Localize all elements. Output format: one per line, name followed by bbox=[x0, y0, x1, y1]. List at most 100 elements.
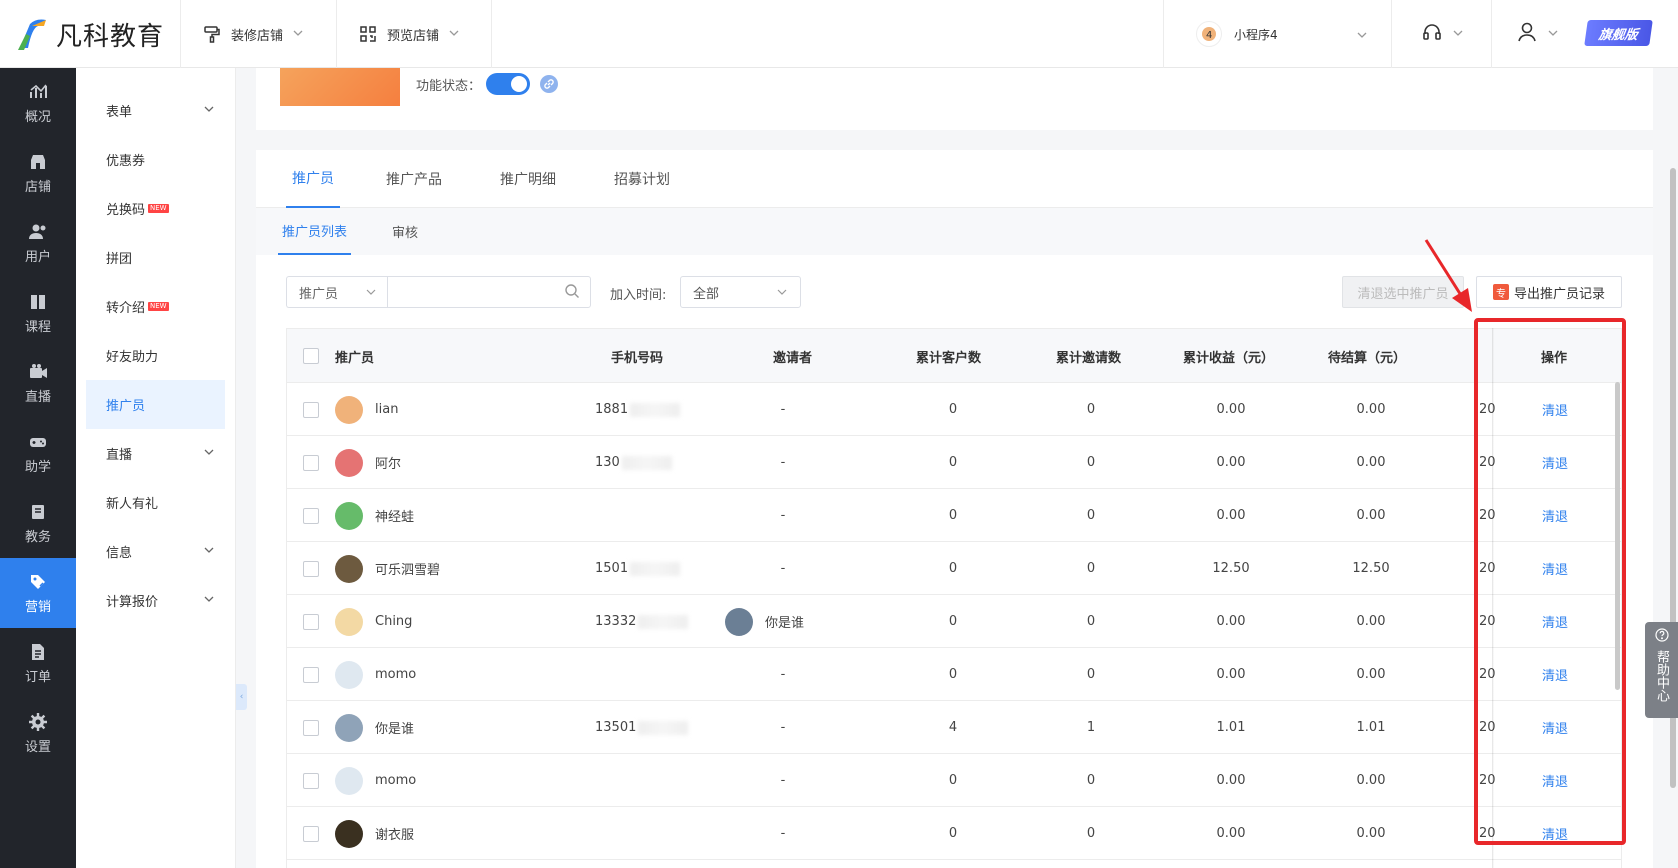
chevron-down-icon bbox=[203, 544, 215, 560]
sidebar-item-5[interactable]: 助学 bbox=[0, 418, 76, 488]
sidebar-item-label: 教务 bbox=[24, 529, 51, 545]
row-checkbox[interactable] bbox=[303, 825, 319, 842]
tab-promoter-list[interactable]: 推广员列表 bbox=[278, 208, 352, 255]
row-select-cell[interactable] bbox=[303, 701, 319, 754]
row-select-cell[interactable] bbox=[303, 542, 319, 595]
logo-icon bbox=[16, 16, 52, 52]
help-center-button[interactable]: 帮助中心 bbox=[1645, 622, 1678, 718]
customers-cell: 0 bbox=[948, 508, 958, 523]
chevron-down-icon bbox=[203, 446, 215, 462]
export-records-button[interactable]: 专 导出推广员记录 bbox=[1476, 276, 1622, 308]
row-checkbox[interactable] bbox=[303, 772, 319, 789]
submenu-item-8[interactable]: 新人有礼 bbox=[86, 478, 225, 527]
join-time-select[interactable]: 全部 bbox=[680, 276, 801, 308]
chevron-down-icon bbox=[365, 286, 377, 302]
promoter-cell[interactable]: 阿尔 bbox=[335, 436, 401, 489]
promoter-cell[interactable]: 神经蛙 bbox=[335, 489, 414, 542]
sidebar-item-label: 助学 bbox=[24, 459, 51, 475]
submenu-item-6[interactable]: 推广员 bbox=[86, 380, 225, 429]
invites-cell: 0 bbox=[1086, 402, 1096, 417]
phone-value: 13332 bbox=[595, 614, 637, 629]
row-select-cell[interactable] bbox=[303, 383, 319, 436]
sidebar-item-label: 直播 bbox=[24, 389, 51, 405]
table-row: momo -0 0 0.00 0.00 20 清退 bbox=[287, 648, 1621, 701]
chevron-down-icon bbox=[293, 27, 303, 42]
search-type-select[interactable]: 推广员 bbox=[286, 276, 387, 308]
row-checkbox[interactable] bbox=[303, 719, 319, 736]
row-checkbox[interactable] bbox=[303, 507, 319, 524]
submenu-item-2[interactable]: 兑换码 NEW bbox=[86, 184, 225, 233]
row-select-cell[interactable] bbox=[303, 754, 319, 807]
row-checkbox[interactable] bbox=[303, 666, 319, 683]
promoter-cell[interactable]: lian bbox=[335, 383, 398, 436]
phone-value: 1501 bbox=[595, 561, 629, 576]
submenu-item-label: 新人有礼 bbox=[106, 497, 159, 512]
avatar bbox=[335, 448, 363, 477]
brand-name: 凡科教育 bbox=[56, 21, 165, 52]
sidebar-item-7[interactable]: 营销 bbox=[0, 558, 76, 628]
avatar bbox=[335, 713, 363, 742]
tab-review[interactable]: 审核 bbox=[392, 208, 418, 255]
row-checkbox[interactable] bbox=[303, 560, 319, 577]
collapse-submenu-button[interactable]: ‹ bbox=[236, 684, 247, 710]
phone-mask bbox=[621, 455, 672, 470]
row-select-cell[interactable] bbox=[303, 436, 319, 489]
submenu-item-9[interactable]: 信息 bbox=[86, 527, 225, 576]
sidebar-item-8[interactable]: 订单 bbox=[0, 628, 76, 698]
function-status-toggle[interactable] bbox=[486, 73, 530, 95]
promoter-cell[interactable]: 你是谁 bbox=[335, 701, 414, 754]
app-switcher[interactable]: 4 小程序4 bbox=[1163, 0, 1391, 68]
tab-promoted-products[interactable]: 推广产品 bbox=[386, 150, 442, 208]
submenu-item-label: 拼团 bbox=[106, 252, 133, 267]
row-select-cell[interactable] bbox=[303, 489, 319, 542]
submenu-item-0[interactable]: 表单 bbox=[86, 86, 225, 135]
inviter-avatar bbox=[725, 607, 753, 636]
row-checkbox[interactable] bbox=[303, 401, 319, 418]
invites-cell: 0 bbox=[1086, 667, 1096, 682]
sidebar-item-2[interactable]: 用户 bbox=[0, 208, 76, 278]
promoter-cell[interactable]: momo bbox=[335, 754, 416, 807]
search-icon[interactable] bbox=[564, 283, 580, 303]
submenu-item-10[interactable]: 计算报价 bbox=[86, 576, 225, 625]
tab-recruit-plan[interactable]: 招募计划 bbox=[614, 150, 670, 208]
row-select-cell[interactable] bbox=[303, 595, 319, 648]
tab-promotion-details[interactable]: 推广明细 bbox=[500, 150, 556, 208]
promoter-cell[interactable]: momo bbox=[335, 648, 416, 701]
chart-line-icon bbox=[30, 83, 47, 98]
main-sidebar: 概况 店铺 用户 课程直播助学教务营销 订单 设置 bbox=[0, 68, 76, 868]
row-select-cell[interactable] bbox=[303, 807, 319, 860]
sidebar-item-9[interactable]: 设置 bbox=[0, 698, 76, 768]
user-menu[interactable] bbox=[1491, 0, 1581, 68]
promoter-cell[interactable]: 可乐泗雪碧 bbox=[335, 542, 440, 595]
decorate-store-menu[interactable]: 装修店铺 bbox=[180, 0, 336, 68]
users-icon bbox=[29, 224, 46, 239]
brand-logo[interactable]: 凡科教育 bbox=[16, 14, 164, 54]
row-checkbox[interactable] bbox=[303, 454, 319, 471]
sidebar-item-4[interactable]: 直播 bbox=[0, 348, 76, 418]
submenu-item-3[interactable]: 拼团 bbox=[86, 233, 225, 282]
phone-value: 13501 bbox=[595, 720, 637, 735]
tab-promoters[interactable]: 推广员 bbox=[286, 150, 340, 208]
sidebar-item-3[interactable]: 课程 bbox=[0, 278, 76, 348]
sidebar-item-6[interactable]: 教务 bbox=[0, 488, 76, 558]
select-all-checkbox[interactable] bbox=[303, 348, 319, 364]
submenu-item-4[interactable]: 转介绍 NEW bbox=[86, 282, 225, 331]
submenu-item-5[interactable]: 好友助力 bbox=[86, 331, 225, 380]
submenu-item-1[interactable]: 优惠券 bbox=[86, 135, 225, 184]
phone-value: 1881 bbox=[595, 402, 629, 417]
row-select-cell[interactable] bbox=[303, 648, 319, 701]
row-checkbox[interactable] bbox=[303, 613, 319, 630]
sidebar-item-0[interactable]: 概况 bbox=[0, 68, 76, 138]
search-input[interactable] bbox=[387, 276, 591, 308]
support-menu[interactable] bbox=[1391, 0, 1491, 68]
submenu-item-7[interactable]: 直播 bbox=[86, 429, 225, 478]
income-cell: 0.00 bbox=[1216, 402, 1246, 417]
link-icon[interactable] bbox=[540, 75, 558, 93]
edition-badge[interactable]: 旗舰版 bbox=[1584, 20, 1653, 46]
preview-store-menu[interactable]: 预览店铺 bbox=[336, 0, 492, 68]
inviter-cell: - bbox=[780, 667, 786, 682]
promoter-cell[interactable]: 谢衣服 bbox=[335, 807, 414, 860]
select-all-cell[interactable] bbox=[303, 329, 319, 383]
sidebar-item-1[interactable]: 店铺 bbox=[0, 138, 76, 208]
promoter-cell[interactable]: Ching bbox=[335, 595, 412, 648]
